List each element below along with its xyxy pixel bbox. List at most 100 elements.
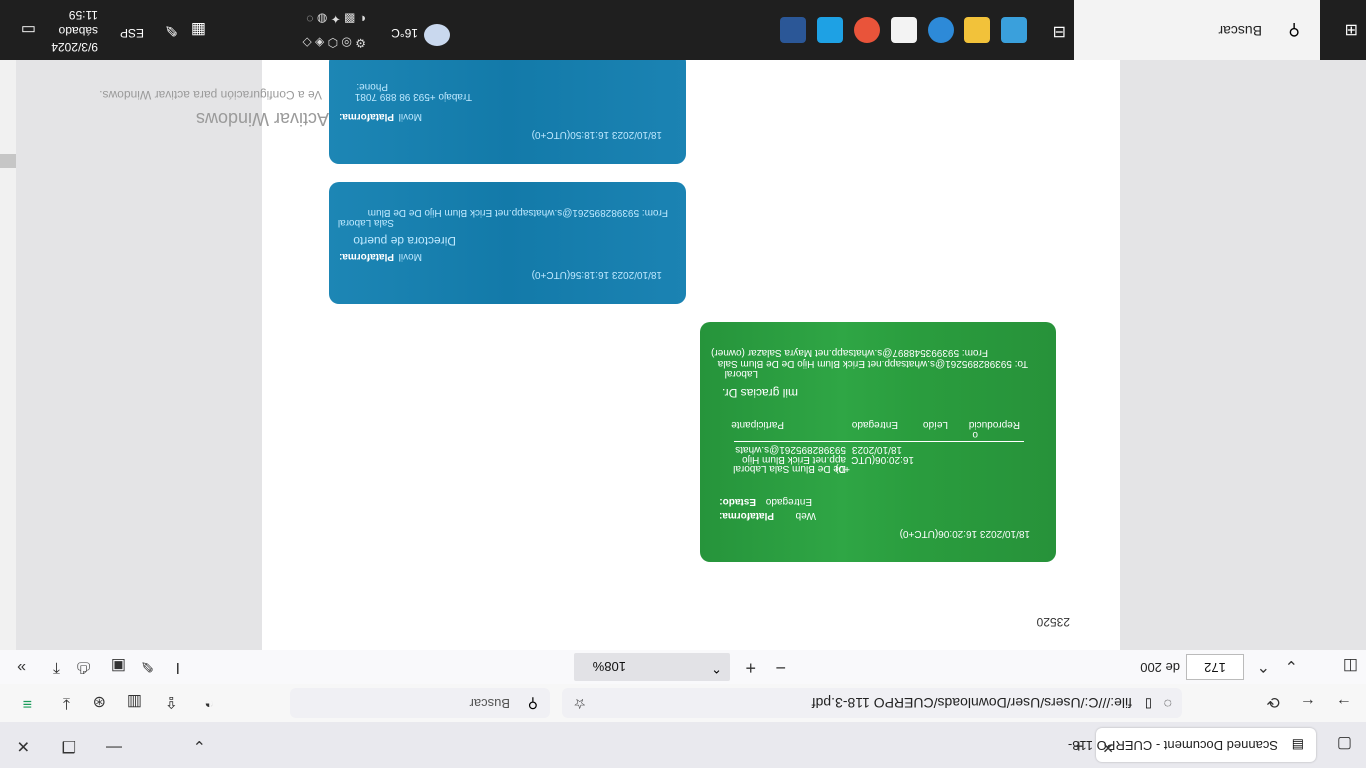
- table-divider: [734, 441, 1024, 442]
- message-bubble-outgoing: 18/10/2023 16:20:06(UTC+0) Plataforma: W…: [700, 322, 1056, 562]
- status-value: Entregado: [765, 496, 812, 507]
- network-icon[interactable]: ▦: [191, 20, 206, 40]
- message-timestamp: 18/10/2023 16:18:56(UTC+0): [531, 269, 662, 280]
- platform-label: Plataforma:: [338, 111, 394, 122]
- draw-icon[interactable]: ✎: [141, 656, 154, 676]
- new-tab-icon[interactable]: +: [1073, 735, 1084, 756]
- clock-time[interactable]: 11:59: [69, 8, 98, 22]
- table-header-played-cont: o: [972, 429, 978, 440]
- pdf-page: 23520 18/10/2023 16:20:06(UTC+0) Platafo…: [262, 52, 1120, 650]
- minimize-icon[interactable]: —: [106, 738, 122, 756]
- windows-start-icon[interactable]: ⊞: [1345, 20, 1358, 40]
- platform-value: Movil: [398, 111, 422, 122]
- activate-windows-subtitle: Ve a Configuración para activar Windows.: [99, 88, 322, 102]
- browser-tab[interactable]: ▤ Scanned Document - CUERPO 118- ✕: [1068, 728, 1316, 762]
- page-count: de 200: [1140, 660, 1180, 675]
- reader-view-icon[interactable]: ▥: [127, 692, 142, 712]
- pen-icon[interactable]: ✎: [165, 20, 178, 40]
- highlight-icon[interactable]: ▣: [111, 656, 126, 676]
- share-icon[interactable]: ⇪: [165, 692, 178, 712]
- more-tools-icon[interactable]: »: [17, 658, 26, 676]
- weather-icon[interactable]: [424, 24, 450, 46]
- shield-icon[interactable]: ◌: [1164, 696, 1172, 712]
- phone-label: Phone:: [356, 81, 388, 92]
- message-bubble-incoming: 18/10/2023 16:18:56(UTC+0) Plataforma: M…: [329, 182, 686, 304]
- forward-arrow-icon[interactable]: ←: [1300, 694, 1316, 712]
- table-header-read: Leído: [922, 419, 948, 430]
- search-box[interactable]: ⚲ Buscar: [290, 688, 550, 718]
- store-icon[interactable]: [891, 17, 917, 43]
- zoom-out-icon[interactable]: −: [775, 657, 786, 678]
- zoom-select[interactable]: ⌃ 108%: [574, 653, 730, 681]
- account-icon[interactable]: ◔: [204, 694, 214, 712]
- skype-icon[interactable]: [817, 17, 843, 43]
- edge-icon[interactable]: [928, 17, 954, 43]
- photos-icon[interactable]: [1001, 17, 1027, 43]
- taskbar-search-label: Buscar: [1218, 23, 1262, 39]
- message-body: Directora de puerto: [353, 234, 456, 248]
- platform-label: Plataforma:: [718, 510, 774, 521]
- search-placeholder: Buscar: [469, 696, 510, 711]
- sidebar-panel-icon[interactable]: ◫: [1343, 656, 1358, 676]
- vertical-scrollbar[interactable]: [0, 60, 16, 650]
- chevron-down-icon[interactable]: ⌄: [193, 736, 206, 756]
- tab-title: Scanned Document - CUERPO 118-: [1067, 738, 1278, 753]
- print-icon[interactable]: ⎙: [77, 658, 90, 676]
- tab-close-icon[interactable]: ✕: [1102, 739, 1114, 756]
- delivered-line-1: 18/10/2023: [851, 444, 902, 455]
- menu-icon[interactable]: ≡: [23, 694, 32, 712]
- status-label: Estado:: [719, 496, 756, 507]
- sidebar-toggle-icon[interactable]: ▢: [1337, 734, 1352, 754]
- save-icon[interactable]: ⤒: [53, 658, 60, 676]
- language-indicator[interactable]: ESP: [120, 26, 144, 40]
- reload-icon[interactable]: ⟳: [1267, 692, 1280, 712]
- message-from: From: 593982895261@s.whatsapp.net Erick …: [367, 207, 668, 218]
- scrollbar-thumb[interactable]: [0, 154, 16, 168]
- page-footer-number: 23520: [1036, 615, 1070, 629]
- maximize-icon[interactable]: ❐: [62, 736, 76, 756]
- zoom-in-icon[interactable]: +: [745, 657, 756, 678]
- windows-taskbar: ⊞ ⚲ Buscar ⊟ 16°C ⚙ ◎ ⬡ ◈ ◇ ◐ ▩ ✦ ◍ ◌ ✎ …: [0, 0, 1366, 60]
- weather-temperature: 16°C: [391, 26, 418, 40]
- notifications-icon[interactable]: ▭: [21, 20, 36, 40]
- platform-label: Plataforma:: [338, 251, 394, 262]
- task-view-icon[interactable]: ⊟: [1053, 22, 1066, 42]
- url-text: file:///C:/Users/User/Downloads/CUERPO 1…: [811, 695, 1132, 711]
- tray-icons[interactable]: ⚙ ◎ ⬡ ◈ ◇: [303, 36, 367, 50]
- message-bubble-incoming-partial: 18/10/2023 16:18:50(UTC+0) Plataforma: M…: [329, 52, 686, 164]
- message-from: From: 593993548897@s.whatsapp.net Mayra …: [711, 347, 988, 358]
- platform-value: Web: [795, 510, 816, 521]
- page-icon: ▯: [1144, 697, 1152, 712]
- message-timestamp: 18/10/2023 16:20:06(UTC+0): [899, 528, 1030, 539]
- page-up-icon[interactable]: ⌄: [1285, 656, 1298, 676]
- bookmark-star-icon[interactable]: ☆: [573, 695, 586, 712]
- search-icon: ⚲: [1288, 21, 1300, 38]
- tray-icons-row2[interactable]: ◐ ▩ ✦ ◍ ◌: [306, 12, 366, 26]
- screen-rotated: ▢ ▤ Scanned Document - CUERPO 118- ✕ + ⌄…: [0, 0, 1366, 768]
- participant-line-2: app.net Erick Blum Hijo: [742, 454, 846, 465]
- table-header-participant: Participante: [731, 419, 784, 430]
- zoom-value: 108%: [592, 659, 626, 674]
- chrome-icon[interactable]: [854, 17, 880, 43]
- clock-day[interactable]: sábado: [59, 24, 98, 38]
- file-explorer-icon[interactable]: [964, 17, 990, 43]
- text-cursor-icon[interactable]: I: [176, 658, 180, 676]
- pdf-icon: ▤: [1291, 738, 1304, 753]
- message-to: To: 593982895261@s.whatsapp.net Erick Bl…: [717, 358, 1028, 369]
- downloads-icon[interactable]: ⤓: [63, 694, 70, 712]
- page-down-icon[interactable]: ⌃: [1257, 656, 1270, 676]
- back-arrow-icon[interactable]: →: [1336, 694, 1352, 712]
- pdf-viewer: 23520 18/10/2023 16:20:06(UTC+0) Platafo…: [0, 52, 1366, 650]
- clock-date[interactable]: 9/3/2024: [51, 40, 98, 54]
- phone-value: Trabajo +593 98 889 7081: [354, 91, 472, 102]
- participant-line-1: 593982895261@s.whats: [735, 444, 846, 455]
- platform-value: Movil: [398, 251, 422, 262]
- extensions-icon[interactable]: ⊛: [93, 692, 106, 712]
- message-body: mil gracias Dr.: [721, 386, 798, 400]
- close-window-icon[interactable]: ✕: [17, 736, 30, 756]
- address-bar[interactable]: ◌ ▯ file:///C:/Users/User/Downloads/CUER…: [562, 688, 1182, 718]
- page-number-input[interactable]: 172: [1186, 654, 1244, 680]
- word-icon[interactable]: [780, 17, 806, 43]
- delivered-line-2: 16:20:06(UTC: [851, 454, 914, 465]
- taskbar-search[interactable]: ⚲ Buscar: [1074, 0, 1320, 60]
